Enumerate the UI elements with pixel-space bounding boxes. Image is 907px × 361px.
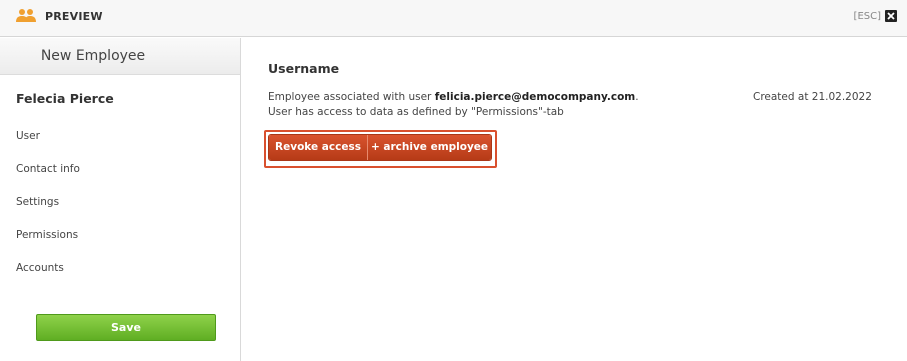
- action-button-group: Revoke access + archive employee: [268, 134, 492, 161]
- main-panel: Username Employee associated with user f…: [242, 38, 907, 361]
- user-email: felicia.pierce@democompany.com: [434, 91, 636, 103]
- close-icon[interactable]: [885, 10, 897, 22]
- association-prefix: Employee associated with user: [268, 91, 435, 103]
- sidebar-item-user[interactable]: User: [16, 130, 40, 142]
- sidebar-header-title: New Employee: [40, 48, 146, 64]
- sidebar-header: New Employee: [0, 38, 240, 75]
- esc-hint[interactable]: [ESC]: [854, 11, 881, 22]
- sidebar-item-contact-info[interactable]: Contact info: [16, 163, 80, 175]
- save-button[interactable]: Save: [36, 314, 216, 341]
- people-icon: [16, 8, 36, 24]
- section-title: Username: [268, 61, 340, 76]
- top-bar: PREVIEW [ESC]: [0, 0, 907, 37]
- created-date: Created at 21.02.2022: [753, 91, 872, 103]
- association-suffix: .: [635, 91, 639, 103]
- association-text: Employee associated with user felicia.pi…: [268, 91, 639, 103]
- sidebar-item-accounts[interactable]: Accounts: [16, 262, 64, 274]
- permissions-text: User has access to data as defined by "P…: [268, 106, 564, 118]
- page-title: PREVIEW: [45, 10, 103, 23]
- sidebar: New Employee Felecia Pierce User Contact…: [0, 38, 241, 361]
- sidebar-item-settings[interactable]: Settings: [16, 196, 59, 208]
- sidebar-item-permissions[interactable]: Permissions: [16, 229, 78, 241]
- archive-employee-button[interactable]: + archive employee: [368, 135, 491, 160]
- revoke-access-button[interactable]: Revoke access: [269, 135, 368, 160]
- employee-name: Felecia Pierce: [16, 91, 114, 106]
